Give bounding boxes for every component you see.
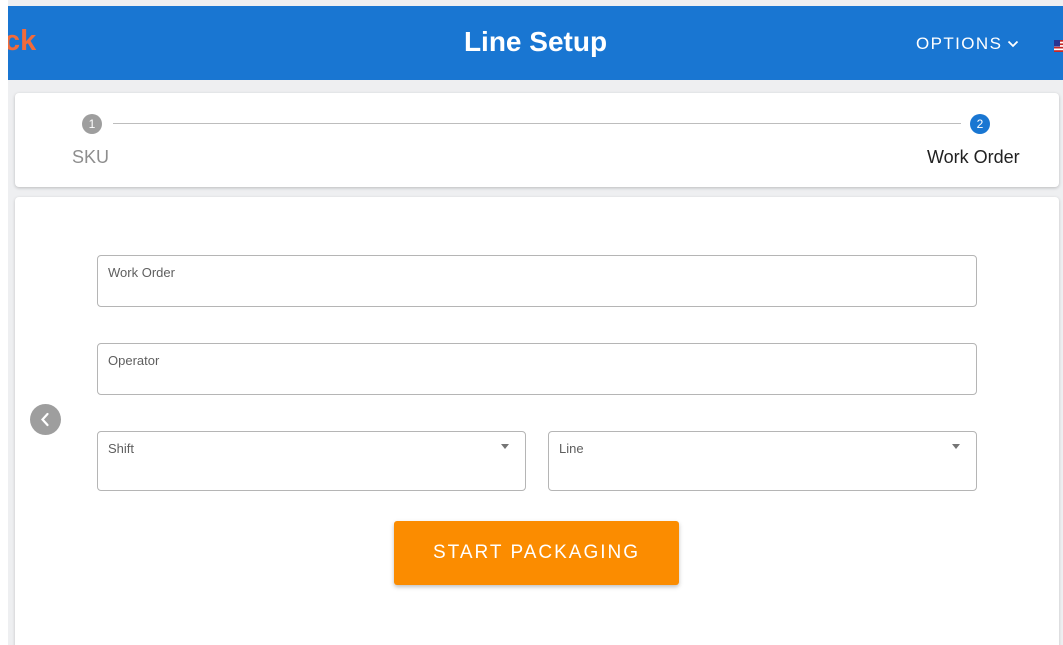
arrow-drop-down-icon (952, 444, 960, 449)
app-frame: ck Line Setup OPTIONS 1 2 SKU Work Order (8, 0, 1063, 645)
start-packaging-button[interactable]: START PACKAGING (394, 521, 679, 585)
arrow-drop-down-icon (501, 444, 509, 449)
line-label: Line (559, 441, 584, 456)
left-edge (0, 0, 8, 645)
step-1-label[interactable]: SKU (72, 146, 109, 168)
options-label: OPTIONS (916, 34, 1003, 53)
us-flag-icon[interactable] (1054, 40, 1063, 52)
step-connector (113, 123, 961, 124)
step-1-indicator[interactable]: 1 (82, 114, 102, 134)
operator-label: Operator (108, 353, 160, 368)
shift-label: Shift (108, 441, 135, 456)
work-order-input[interactable] (108, 280, 966, 300)
work-order-field[interactable]: Work Order (97, 255, 977, 307)
line-select[interactable]: Line (548, 431, 977, 491)
operator-field[interactable]: Operator (97, 343, 977, 395)
back-button[interactable] (30, 404, 61, 435)
work-order-label: Work Order (108, 265, 175, 280)
step-2-label[interactable]: Work Order (927, 146, 1020, 168)
work-order-form: Work Order Operator Shift Line START PAC… (15, 197, 1059, 645)
top-app-bar: ck Line Setup OPTIONS (8, 6, 1063, 80)
chevron-left-icon (41, 412, 49, 427)
shift-select[interactable]: Shift (97, 431, 526, 491)
page-title: Line Setup (463, 26, 608, 57)
chevron-down-icon (1008, 40, 1019, 48)
operator-input[interactable] (108, 368, 966, 388)
options-menu-button[interactable]: OPTIONS (916, 33, 1019, 55)
step-2-indicator[interactable]: 2 (970, 114, 990, 134)
stepper: 1 2 SKU Work Order (15, 93, 1059, 187)
